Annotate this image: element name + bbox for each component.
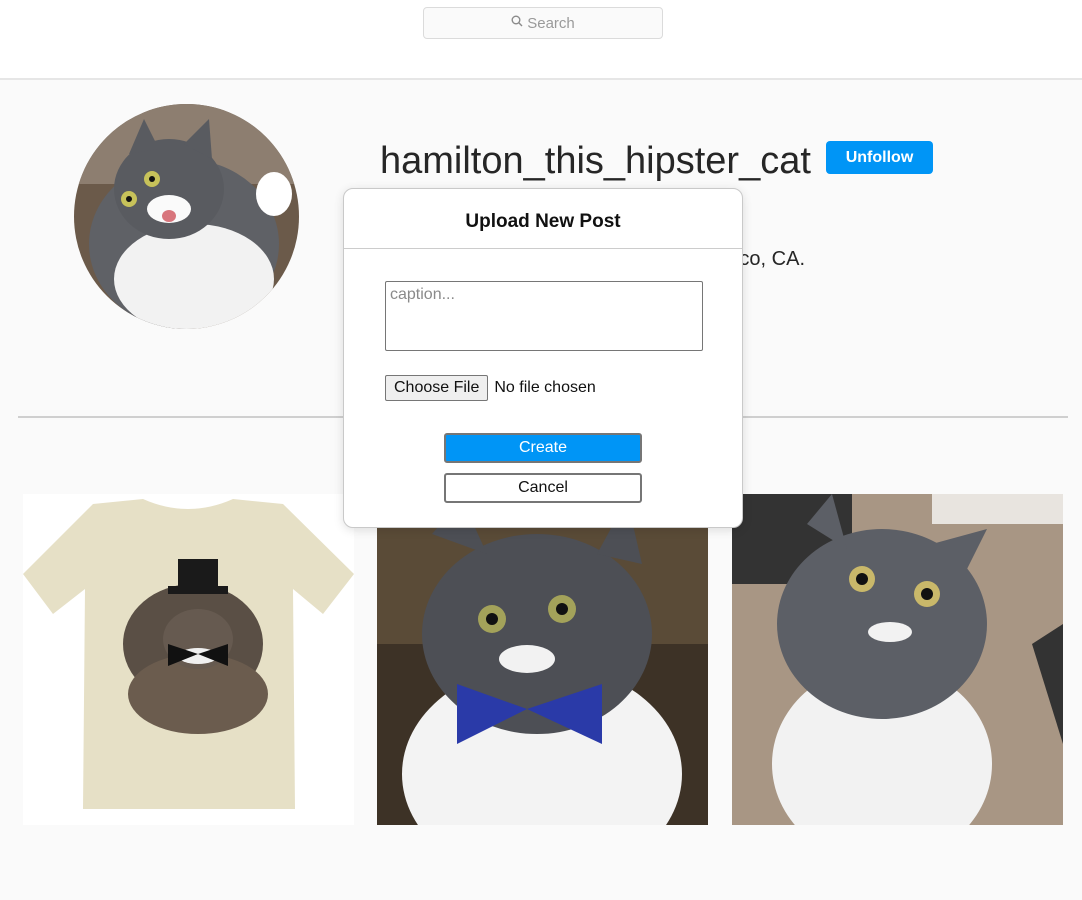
upload-post-modal: Upload New Post Choose File No file chos… — [343, 188, 743, 528]
post-thumbnail[interactable] — [377, 494, 708, 825]
modal-title: Upload New Post — [344, 189, 742, 249]
unfollow-button[interactable]: Unfollow — [826, 141, 933, 174]
create-button[interactable]: Create — [444, 433, 642, 463]
search-placeholder: Search — [527, 14, 575, 32]
profile-username: hamilton_this_hipster_cat — [380, 140, 811, 182]
top-nav-bar: Search — [0, 0, 1082, 80]
search-input[interactable]: Search — [423, 7, 663, 39]
post-thumbnail[interactable] — [732, 494, 1063, 825]
file-status-text: No file chosen — [494, 379, 596, 396]
choose-file-button[interactable]: Choose File — [385, 375, 489, 401]
post-thumbnail[interactable] — [23, 494, 354, 825]
caption-input[interactable] — [385, 281, 703, 351]
search-icon — [511, 14, 523, 32]
profile-avatar[interactable] — [74, 104, 299, 329]
file-picker: Choose File No file chosen — [385, 375, 596, 401]
cancel-button[interactable]: Cancel — [444, 473, 642, 503]
